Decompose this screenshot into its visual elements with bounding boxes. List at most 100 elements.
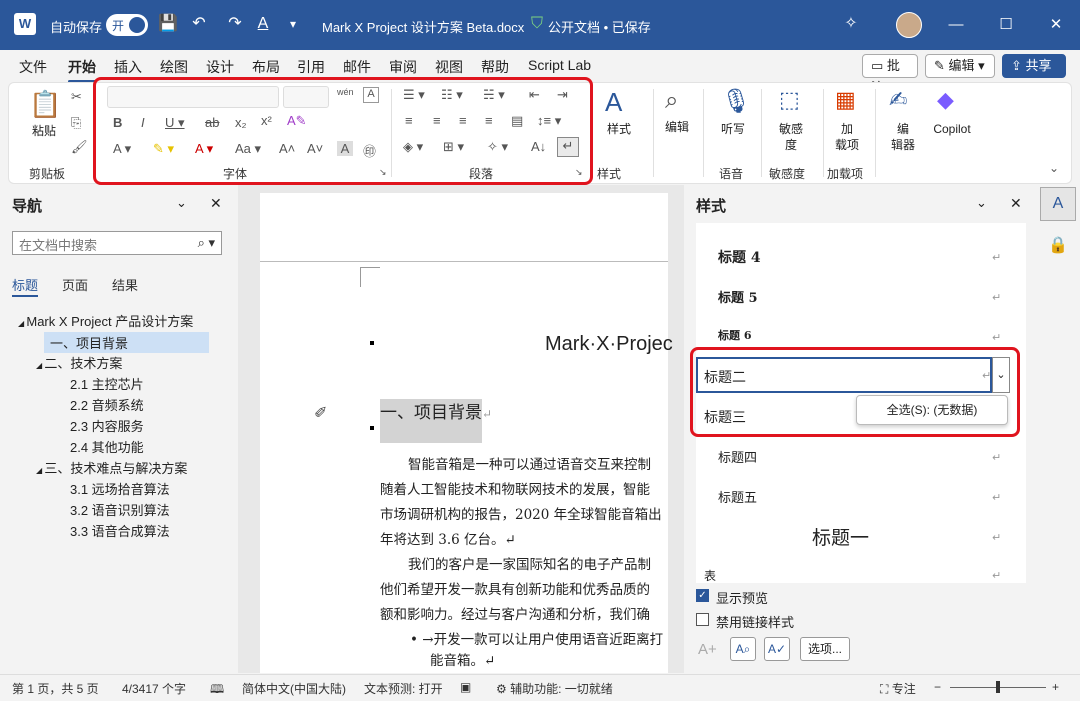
tree-item[interactable]: 2.3 内容服务 bbox=[64, 416, 150, 435]
language[interactable]: 简体中文(中国大陆) bbox=[242, 680, 346, 697]
menu-design[interactable]: 设计 bbox=[206, 57, 234, 77]
style-heading-one-cn[interactable]: 标题一 bbox=[812, 523, 869, 550]
minimize-icon[interactable]: — bbox=[944, 13, 968, 37]
menu-view[interactable]: 视图 bbox=[435, 57, 463, 77]
editor-icon[interactable]: ✍ bbox=[889, 87, 907, 113]
menu-layout[interactable]: 布局 bbox=[252, 57, 280, 77]
accessibility[interactable]: ⚙ 辅助功能: 一切就绪 bbox=[496, 680, 613, 697]
tree-item[interactable]: 3.2 语音识别算法 bbox=[64, 500, 176, 519]
tree-item[interactable]: 一、项目背景 bbox=[44, 332, 209, 353]
menu-mailings[interactable]: 邮件 bbox=[343, 57, 371, 77]
menu-script-lab[interactable]: Script Lab bbox=[528, 57, 591, 73]
share-button[interactable]: ⇪ 共享 ▾ bbox=[1002, 54, 1066, 95]
close-icon[interactable]: ✕ bbox=[1044, 13, 1068, 37]
style-heading-6[interactable]: 标题 6 bbox=[718, 327, 751, 343]
sparkle-icon[interactable]: ✧ bbox=[840, 13, 862, 35]
editing-label[interactable]: 编辑 bbox=[659, 119, 695, 135]
addins-icon[interactable]: ▦ bbox=[835, 87, 856, 113]
nav-close-icon[interactable]: ✕ bbox=[210, 195, 222, 212]
nav-options-icon[interactable]: ⌄ bbox=[176, 195, 187, 211]
menu-insert[interactable]: 插入 bbox=[114, 57, 142, 77]
tab-pages[interactable]: 页面 bbox=[62, 275, 88, 294]
sensitivity-label[interactable]: 敏感 度 bbox=[773, 121, 809, 153]
format-painter-icon[interactable]: 🖌 bbox=[71, 139, 88, 155]
avatar[interactable] bbox=[896, 12, 922, 38]
menu-review[interactable]: 审阅 bbox=[389, 57, 417, 77]
voice-group-label: 语音 bbox=[719, 167, 744, 181]
document-lock-icon[interactable]: 🔒 bbox=[1048, 235, 1068, 255]
focus-mode[interactable]: ⛶ 专注 bbox=[880, 680, 916, 697]
macro-icon[interactable]: ▣ bbox=[460, 680, 471, 694]
tab-headings[interactable]: 标题 bbox=[12, 275, 39, 297]
doc-line: 智能音箱是一种可以通过语音交互来控制 bbox=[408, 457, 651, 473]
document-page[interactable]: Mark·X·Projec ✐ 一、项目背景↵ 智能音箱是一种可以通过语音交互来… bbox=[260, 193, 673, 673]
save-icon[interactable]: 💾 bbox=[157, 13, 179, 35]
style-table[interactable]: 表 bbox=[704, 567, 716, 584]
zoom-slider-thumb[interactable] bbox=[996, 681, 1000, 693]
show-preview-label: 显示预览 bbox=[716, 591, 769, 606]
tree-item[interactable]: ◢ 二、技术方案 bbox=[36, 353, 122, 372]
font-color-icon[interactable]: A bbox=[252, 13, 274, 35]
tree-item[interactable]: 2.4 其他功能 bbox=[64, 437, 150, 456]
nav-search-input[interactable]: 在文档中搜索 ⌕ ▾ bbox=[12, 231, 222, 255]
zoom-in-icon[interactable]: + bbox=[1052, 680, 1059, 694]
maximize-icon[interactable]: ☐ bbox=[994, 13, 1018, 37]
copy-icon[interactable]: ⎘ bbox=[71, 115, 81, 131]
tree-item[interactable]: 3.3 语音合成算法 bbox=[64, 521, 176, 540]
tree-item[interactable]: 2.1 主控芯片 bbox=[64, 374, 150, 393]
style-heading-5[interactable]: 标题 5 bbox=[718, 287, 758, 306]
redo-icon[interactable]: ↷ bbox=[224, 13, 246, 35]
paste-icon[interactable]: 📋 bbox=[29, 89, 61, 120]
page-count[interactable]: 第 1 页，共 5 页 bbox=[12, 680, 99, 697]
styles-pane-toggle-icon[interactable]: A bbox=[1040, 187, 1076, 221]
title-bar: W 自动保存 开 💾 ↶ ↷ A ▾ Mark X Project 设计方案 B… bbox=[0, 0, 1080, 50]
word-count[interactable]: 4/3417 个字 bbox=[122, 680, 186, 697]
tree-item[interactable]: 2.2 音频系统 bbox=[64, 395, 150, 414]
styles-options-icon[interactable]: ⌄ bbox=[976, 195, 987, 211]
autosave-toggle[interactable]: 开 bbox=[106, 14, 148, 36]
style-heading-four-cn[interactable]: 标题四 bbox=[718, 447, 757, 466]
editor-label[interactable]: 编 辑器 bbox=[885, 121, 921, 153]
cut-icon[interactable]: ✂ bbox=[71, 89, 82, 105]
menu-home[interactable]: 开始 bbox=[68, 57, 96, 83]
copilot-label[interactable]: Copilot bbox=[925, 121, 979, 137]
tab-results[interactable]: 结果 bbox=[112, 275, 138, 294]
style-heading-4[interactable]: 标题 4 bbox=[718, 247, 761, 267]
menu-file[interactable]: 文件 bbox=[19, 57, 47, 77]
styles-label[interactable]: 样式 bbox=[601, 121, 637, 137]
style-heading-five-cn[interactable]: 标题五 bbox=[718, 487, 757, 506]
zoom-out-icon[interactable]: − bbox=[934, 680, 941, 694]
text-prediction[interactable]: 文本预测: 打开 bbox=[364, 680, 443, 697]
microphone-icon[interactable]: 🎙 bbox=[721, 87, 751, 116]
smart-lookup-icon[interactable]: ✐ bbox=[314, 403, 327, 423]
style-inspector-icon[interactable]: A⌕ bbox=[730, 637, 756, 661]
sensitivity-icon[interactable]: ⬚ bbox=[779, 87, 800, 113]
collapse-ribbon-icon[interactable]: ⌄ bbox=[1049, 161, 1059, 175]
paste-label[interactable]: 粘贴 bbox=[29, 123, 59, 139]
menu-draw[interactable]: 绘图 bbox=[160, 57, 188, 77]
styles-highlight bbox=[690, 347, 1020, 437]
search-placeholder: 在文档中搜索 bbox=[19, 238, 98, 253]
search-icon[interactable]: ⌕ ▾ bbox=[198, 235, 215, 251]
options-button[interactable]: 选项... bbox=[800, 637, 850, 661]
show-preview-checkbox[interactable]: ✓ bbox=[696, 589, 709, 602]
edit-mode-button[interactable]: ✎ 编辑 ▾ bbox=[925, 54, 995, 78]
disable-linked-checkbox[interactable] bbox=[696, 613, 709, 626]
menu-help[interactable]: 帮助 bbox=[481, 57, 509, 77]
customize-qat-icon[interactable]: ▾ bbox=[282, 13, 304, 35]
menu-references[interactable]: 引用 bbox=[297, 57, 325, 77]
tree-item[interactable]: 3.1 远场拾音算法 bbox=[64, 479, 176, 498]
manage-styles-icon[interactable]: A✓ bbox=[764, 637, 790, 661]
styles-close-icon[interactable]: ✕ bbox=[1010, 195, 1022, 212]
addins-label[interactable]: 加 载项 bbox=[829, 121, 865, 153]
comment-button[interactable]: ▭ 批注 bbox=[862, 54, 918, 95]
proofing-icon[interactable]: 🕮 bbox=[210, 680, 224, 701]
copilot-icon[interactable]: ◆ bbox=[937, 87, 954, 113]
new-style-icon[interactable]: A+ bbox=[698, 641, 717, 658]
undo-icon[interactable]: ↶ bbox=[188, 13, 210, 35]
find-icon[interactable]: ⌕ bbox=[665, 87, 678, 115]
tree-item[interactable]: ◢ 三、技术难点与解决方案 bbox=[36, 458, 187, 477]
dictate-label[interactable]: 听写 bbox=[715, 121, 751, 137]
styles-icon[interactable]: A bbox=[605, 87, 622, 118]
tree-item[interactable]: ◢ Mark X Project 产品设计方案 bbox=[18, 311, 193, 330]
